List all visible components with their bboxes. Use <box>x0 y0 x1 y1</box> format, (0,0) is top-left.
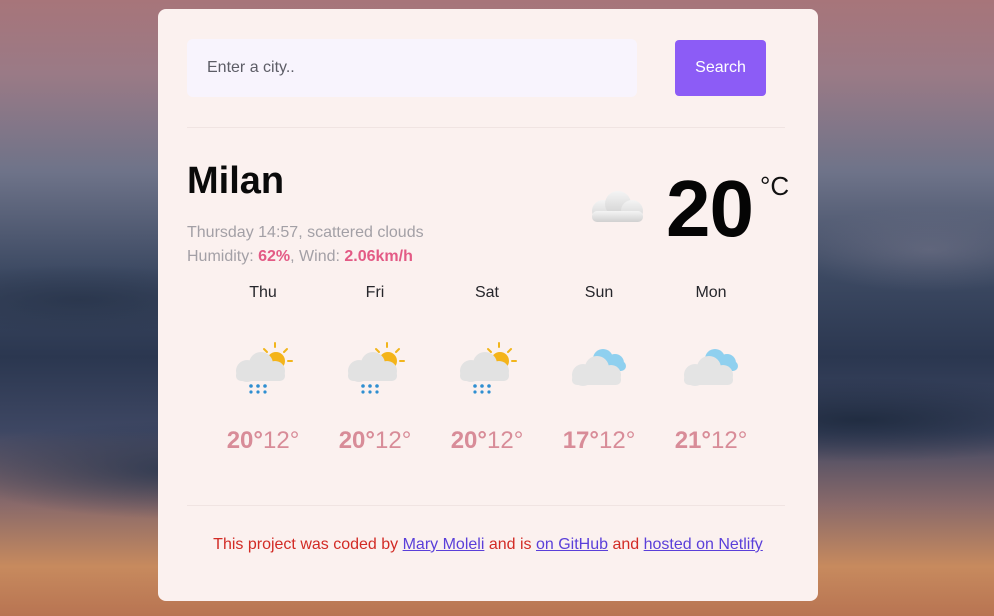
forecast: Thu 20°12° Fri 20°12° Sat 20°12° Sun 17°… <box>207 281 767 471</box>
forecast-day-name: Sun <box>584 284 614 301</box>
forecast-day: Mon 21°12° <box>655 281 767 471</box>
forecast-day: Fri 20°12° <box>319 281 431 471</box>
cloud-icon <box>592 191 643 222</box>
netlify-link[interactable]: hosted on Netlify <box>644 536 763 553</box>
footer-text: and is <box>484 536 536 553</box>
forecast-min: 12° <box>263 427 300 454</box>
forecast-temps: 20°12° <box>431 427 543 455</box>
forecast-day-name: Sat <box>474 284 499 301</box>
forecast-min: 12° <box>711 427 748 454</box>
search-input[interactable] <box>187 39 637 97</box>
forecast-day: Thu 20°12° <box>207 281 319 471</box>
unit-celsius[interactable]: °C <box>760 171 789 201</box>
weather-card: Search Milan Thursday 14:57, scattered c… <box>158 9 818 601</box>
forecast-temps: 17°12° <box>543 427 655 455</box>
search-button[interactable]: Search <box>675 40 766 96</box>
forecast-temps: 20°12° <box>207 427 319 455</box>
forecast-temps: 21°12° <box>655 427 767 455</box>
forecast-min: 12° <box>599 427 636 454</box>
datetime-description: Thursday 14:57, scattered clouds <box>187 224 424 241</box>
forecast-day-name: Mon <box>695 284 727 301</box>
clouds-icon <box>684 349 738 386</box>
clouds-icon <box>572 349 626 386</box>
rain-sun-icon <box>236 342 293 394</box>
rain-sun-icon <box>460 342 517 394</box>
footer-text: and <box>608 536 644 553</box>
current-temperature: 20 <box>666 164 754 253</box>
forecast-max: 20° <box>226 427 263 454</box>
forecast-max: 17° <box>562 427 599 454</box>
divider <box>187 505 785 506</box>
humidity-wind: Humidity: 62%, Wind: 2.06km/h <box>187 245 424 269</box>
forecast-day: Sun 17°12° <box>543 281 655 471</box>
city-name: Milan <box>187 160 285 202</box>
forecast-min: 12° <box>487 427 524 454</box>
weather-details: Thursday 14:57, scattered clouds Humidit… <box>187 221 424 269</box>
humidity-label: Humidity: <box>187 248 259 265</box>
forecast-day-name: Fri <box>365 284 385 301</box>
forecast-max: 20° <box>450 427 487 454</box>
wind-value: 2.06km/h <box>344 248 413 265</box>
github-link[interactable]: on GitHub <box>536 536 608 553</box>
datetime: Thursday 14:57 <box>187 224 299 241</box>
footer: This project was coded by Mary Moleli an… <box>158 535 818 555</box>
forecast-day-name: Thu <box>249 284 277 301</box>
forecast-min: 12° <box>375 427 412 454</box>
divider <box>187 127 785 128</box>
forecast-temps: 20°12° <box>319 427 431 455</box>
forecast-max: 20° <box>338 427 375 454</box>
search-form: Search <box>187 39 766 97</box>
weather-description: scattered clouds <box>307 224 424 241</box>
footer-text: This project was coded by <box>213 536 403 553</box>
wind-label: , Wind: <box>290 248 345 265</box>
rain-sun-icon <box>348 342 405 394</box>
author-link[interactable]: Mary Moleli <box>403 536 485 553</box>
humidity-value: 62% <box>258 248 291 265</box>
forecast-day: Sat 20°12° <box>431 281 543 471</box>
forecast-max: 21° <box>674 427 711 454</box>
